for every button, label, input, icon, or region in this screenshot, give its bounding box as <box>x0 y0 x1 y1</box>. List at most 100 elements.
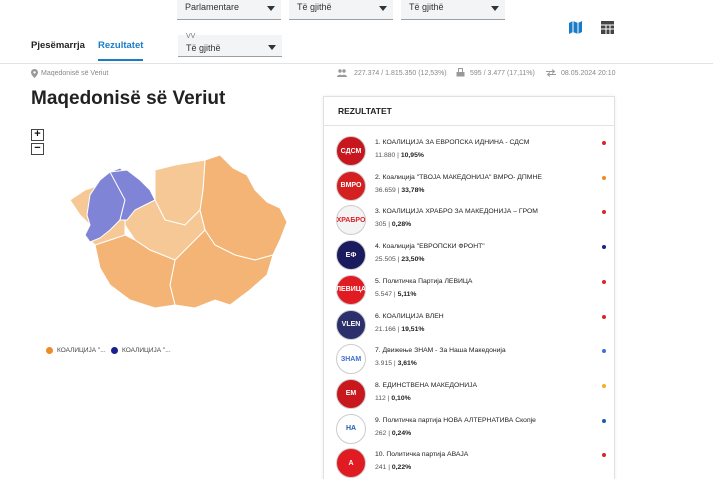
party-row[interactable]: ЕФ 4. Коалиција "ЕВРОПСКИ ФРОНТ" 25.505 | … <box>336 240 606 275</box>
party-percent: 23,50% <box>401 256 425 264</box>
results-panel: REZULTATET СДСМ 1. КОАЛИЦИЈА ЗА ЕВРОПСКА … <box>323 96 615 479</box>
party-votes: 241 <box>375 464 387 472</box>
last-update-time: 08.05.2024 20:10 <box>561 70 616 77</box>
legend-dot <box>111 347 118 354</box>
party-logo: ЕФ <box>336 240 366 271</box>
party-stats: 25.505 | 23,50% <box>375 256 424 263</box>
legend-label: КОАЛИЦИЈА "... <box>57 347 106 354</box>
party-votes: 21.166 <box>375 325 396 333</box>
results-map[interactable] <box>55 150 295 315</box>
header-divider <box>0 63 713 64</box>
party-color-dot <box>602 210 606 215</box>
party-color-dot <box>602 383 606 388</box>
party-stats: 112 | 0,10% <box>375 395 411 402</box>
map-legend-item: КОАЛИЦИЈА "... <box>46 347 106 354</box>
party-logo: СДСМ <box>336 136 366 166</box>
party-logo: ЕМ <box>336 378 366 409</box>
region-select[interactable]: Të gjithë <box>289 0 393 20</box>
tab-results[interactable]: Rezultatet <box>98 40 143 51</box>
chevron-down-icon <box>267 6 275 11</box>
party-color-dot <box>602 279 606 284</box>
table-view-icon[interactable] <box>600 20 615 35</box>
party-stats: 36.659 | 33,78% <box>375 187 424 194</box>
party-votes: 36.659 <box>375 186 396 194</box>
party-votes: 3.915 <box>375 360 393 368</box>
map-view-icon[interactable] <box>568 20 583 35</box>
party-color-dot <box>602 349 606 354</box>
party-row[interactable]: ХРАБРО 3. КОАЛИЦИЈА ХРАБРО ЗА МАКЕДОНИЈА … <box>336 205 606 240</box>
party-color-dot <box>602 418 606 423</box>
party-percent: 3,61% <box>397 360 417 368</box>
results-title: REZULTATET <box>338 106 392 116</box>
party-votes: 25.505 <box>375 256 396 264</box>
party-percent: 33,78% <box>401 186 425 194</box>
party-row[interactable]: А 10. Политичка партија АВАЈА 241 | 0,22% <box>336 448 606 479</box>
party-color-dot <box>602 314 606 319</box>
party-logo: ЗНАМ <box>336 344 366 375</box>
party-stats: 241 | 0,22% <box>375 464 411 471</box>
location-pin-icon <box>31 69 38 78</box>
party-name: 10. Политичка партија АВАЈА <box>375 451 469 459</box>
chevron-down-icon <box>268 45 276 50</box>
party-row[interactable]: ЛЕВИЦА 5. Политичка Партија ЛЕВИЦА 5.547 |… <box>336 274 606 310</box>
results-divider <box>324 125 614 126</box>
party-color-dot <box>602 175 606 180</box>
party-stats: 3.915 | 3,61% <box>375 360 417 367</box>
election-type-value: Parlamentare <box>185 2 240 12</box>
party-logo: НА <box>336 413 366 444</box>
party-name: 4. Коалиција "ЕВРОПСКИ ФРОНТ" <box>375 243 485 251</box>
party-color-dot <box>602 453 606 458</box>
party-name: 3. КОАЛИЦИЈА ХРАБРО ЗА МАКЕДОНИЈА – ГРОМ <box>375 208 538 216</box>
party-percent: 0,22% <box>391 464 412 472</box>
party-percent: 10,95% <box>400 152 424 159</box>
municipality-select[interactable]: Të gjithë <box>401 0 505 20</box>
party-name: 8. ЕДИНСТВЕНА МАКЕДОНИЈА <box>375 381 478 389</box>
stations-count: 595 / 3.477 (17,11%) <box>470 70 535 77</box>
polling-station-value: Të gjithë <box>186 43 221 53</box>
party-stats: 262 | 0,24% <box>375 430 411 437</box>
party-logo: ЛЕВИЦА <box>336 274 366 305</box>
voters-count: 227.374 / 1.815.350 (12,53%) <box>354 70 447 77</box>
page-title: Maqedonisë së Veriut <box>31 88 226 109</box>
party-name: 1. КОАЛИЦИЈА ЗА ЕВРОПСКА ИДНИНА - СДСМ <box>375 139 530 146</box>
chevron-down-icon <box>379 6 387 11</box>
sync-icon <box>546 69 556 77</box>
zoom-out-button[interactable]: − <box>31 143 44 155</box>
party-logo: ВМРО <box>336 170 366 201</box>
zoom-in-button[interactable]: + <box>31 129 44 141</box>
party-row[interactable]: ВМРО 2. Коалиција "ТВОЈА МАКЕДОНИЈА" ВМРО… <box>336 170 606 206</box>
party-votes: 11.880 <box>375 152 396 159</box>
party-name: 5. Политичка Партија ЛЕВИЦА <box>375 277 473 285</box>
people-icon <box>337 69 347 77</box>
party-stats: 21.166 | 19,51% <box>375 326 424 333</box>
region-value: Të gjithë <box>297 2 332 12</box>
party-votes: 5.547 <box>375 290 393 298</box>
election-type-select[interactable]: Parlamentare <box>177 0 281 20</box>
breadcrumb-location: Maqedonisë së Veriut <box>41 70 109 77</box>
ballot-box-icon <box>456 68 465 77</box>
party-percent: 0,28% <box>391 221 412 229</box>
party-row[interactable]: ЕМ 8. ЕДИНСТВЕНА МАКЕДОНИЈА 112 | 0,10% <box>336 378 606 414</box>
party-percent: 5,11% <box>397 290 417 298</box>
party-row[interactable]: VLEN 6. КОАЛИЦИЈА ВЛЕН 21.166 | 19,51% <box>336 309 606 345</box>
tab-turnout[interactable]: Pjesëmarrja <box>31 40 85 51</box>
party-percent: 0,10% <box>391 394 411 402</box>
legend-label: КОАЛИЦИЈА "... <box>122 347 171 354</box>
party-logo: А <box>336 448 366 479</box>
party-name: 7. Движење ЗНАМ - За Наша Македонија <box>375 347 506 355</box>
party-votes: 112 <box>375 394 386 402</box>
party-name: 6. КОАЛИЦИЈА ВЛЕН <box>375 312 444 320</box>
municipality-value: Të gjithë <box>409 2 444 12</box>
party-logo: VLEN <box>336 309 366 340</box>
party-stats: 11.880 | 10,95% <box>375 152 424 159</box>
party-votes: 305 <box>375 221 387 229</box>
party-stats: 305 | 0,28% <box>375 221 411 228</box>
party-row[interactable]: СДСМ 1. КОАЛИЦИЈА ЗА ЕВРОПСКА ИДНИНА - СД… <box>336 136 606 171</box>
party-row[interactable]: НА 9. Политичка партија НОВА АЛТЕРНАТИВА … <box>336 413 606 449</box>
legend-dot <box>46 347 53 354</box>
active-tab-indicator <box>98 59 143 61</box>
polling-station-select[interactable]: VV Të gjithë <box>178 33 282 57</box>
party-percent: 0,24% <box>391 429 412 437</box>
party-color-dot <box>602 141 606 145</box>
party-row[interactable]: ЗНАМ 7. Движење ЗНАМ - За Наша Македонија… <box>336 344 606 379</box>
